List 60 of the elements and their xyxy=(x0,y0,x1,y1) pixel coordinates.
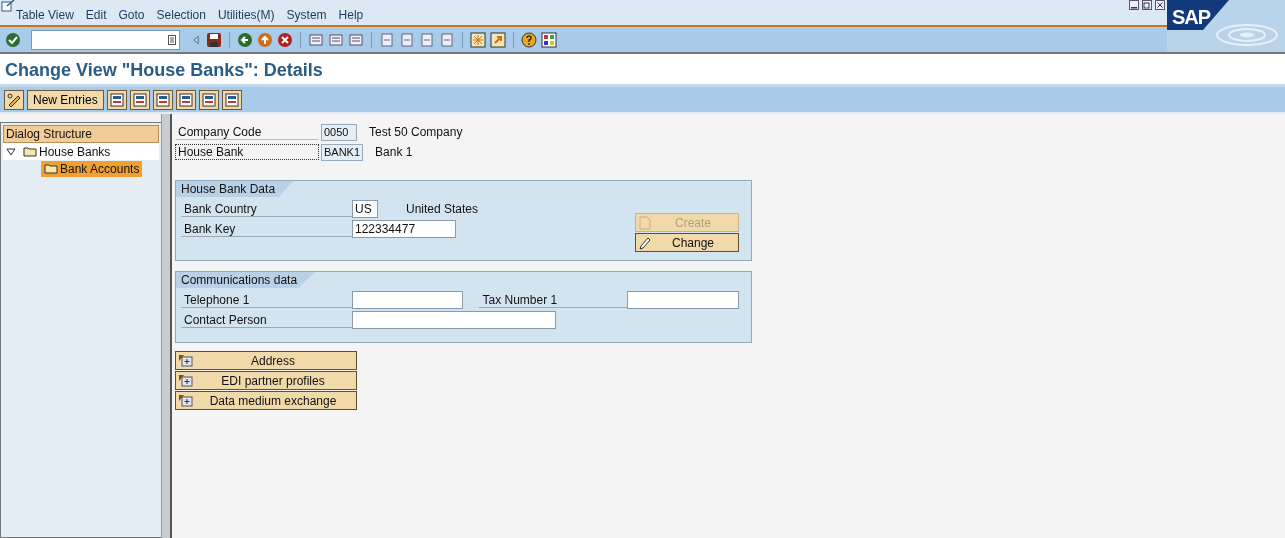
field-label: Bank Country xyxy=(181,201,352,217)
document-icon xyxy=(639,215,651,230)
expand-icon xyxy=(179,354,193,367)
expand-icon xyxy=(179,374,193,387)
display-field: 0050 xyxy=(321,123,357,141)
close-icon[interactable] xyxy=(1155,0,1165,10)
menu-item[interactable]: Selection xyxy=(156,8,206,22)
menu-item[interactable]: System xyxy=(286,8,327,22)
field-label: Contact Person xyxy=(181,312,352,328)
window-icon[interactable] xyxy=(1,0,15,12)
help-icon[interactable] xyxy=(521,31,537,48)
folder-icon xyxy=(23,146,37,157)
tree-row[interactable]: House Banks xyxy=(3,143,159,160)
collapse-icon[interactable] xyxy=(6,147,16,156)
input-field[interactable] xyxy=(351,291,464,309)
menu-item[interactable]: Table View xyxy=(16,8,74,22)
expand-section-button[interactable]: Address xyxy=(175,351,357,370)
display-change-button[interactable] xyxy=(4,89,24,110)
field-label: Company Code xyxy=(175,124,319,140)
panel-header: Dialog Structure xyxy=(3,125,159,143)
sap-logo: SAP xyxy=(1167,0,1285,52)
field-label: House Bank xyxy=(175,144,319,160)
screen-title: Change View "House Banks": Details xyxy=(5,60,323,80)
input-field[interactable]: US xyxy=(352,200,378,218)
back-icon[interactable] xyxy=(237,31,253,48)
field-label: Telephone 1 xyxy=(181,292,352,308)
menu-item[interactable]: Edit xyxy=(85,8,107,22)
new-entries-button[interactable]: New Entries xyxy=(27,89,104,110)
tree-item[interactable]: Bank Accounts xyxy=(41,160,143,177)
menu-item[interactable]: Help xyxy=(338,8,364,22)
field-label: Bank Key xyxy=(181,221,352,237)
menu-item[interactable]: Goto xyxy=(118,8,145,22)
expand-section-button[interactable]: Data medium exchange xyxy=(175,391,357,410)
save-icon[interactable] xyxy=(206,31,222,48)
pencil-icon xyxy=(639,235,651,250)
restore-icon[interactable] xyxy=(1142,0,1152,10)
splitter[interactable] xyxy=(161,114,172,538)
action-button[interactable]: Change xyxy=(635,233,739,252)
input-field[interactable]: 122334477 xyxy=(352,220,456,238)
display-field: BANK1 xyxy=(321,143,364,161)
tree-item[interactable]: House Banks xyxy=(20,143,114,160)
cancel-icon[interactable] xyxy=(277,31,293,48)
enter-icon[interactable] xyxy=(5,31,21,48)
folder-icon xyxy=(44,163,58,174)
expand-icon xyxy=(179,394,193,407)
command-field[interactable] xyxy=(31,29,180,50)
input-field[interactable] xyxy=(352,311,556,329)
field-description: Bank 1 xyxy=(375,145,413,159)
minimize-icon[interactable] xyxy=(1129,0,1139,10)
menu-item[interactable]: Utilities(M) xyxy=(217,8,275,22)
layout-icon[interactable] xyxy=(541,31,557,48)
input-field[interactable] xyxy=(627,291,739,309)
exit-icon[interactable] xyxy=(257,31,273,48)
field-description: United States xyxy=(406,202,479,216)
pencil-glasses-icon xyxy=(6,91,22,108)
group-title: Communications data xyxy=(176,272,316,288)
field-label: Tax Number 1 xyxy=(479,292,628,308)
expand-section-button[interactable]: EDI partner profiles xyxy=(175,371,357,390)
field-description: Test 50 Company xyxy=(369,125,463,139)
group-title: House Bank Data xyxy=(176,181,294,197)
